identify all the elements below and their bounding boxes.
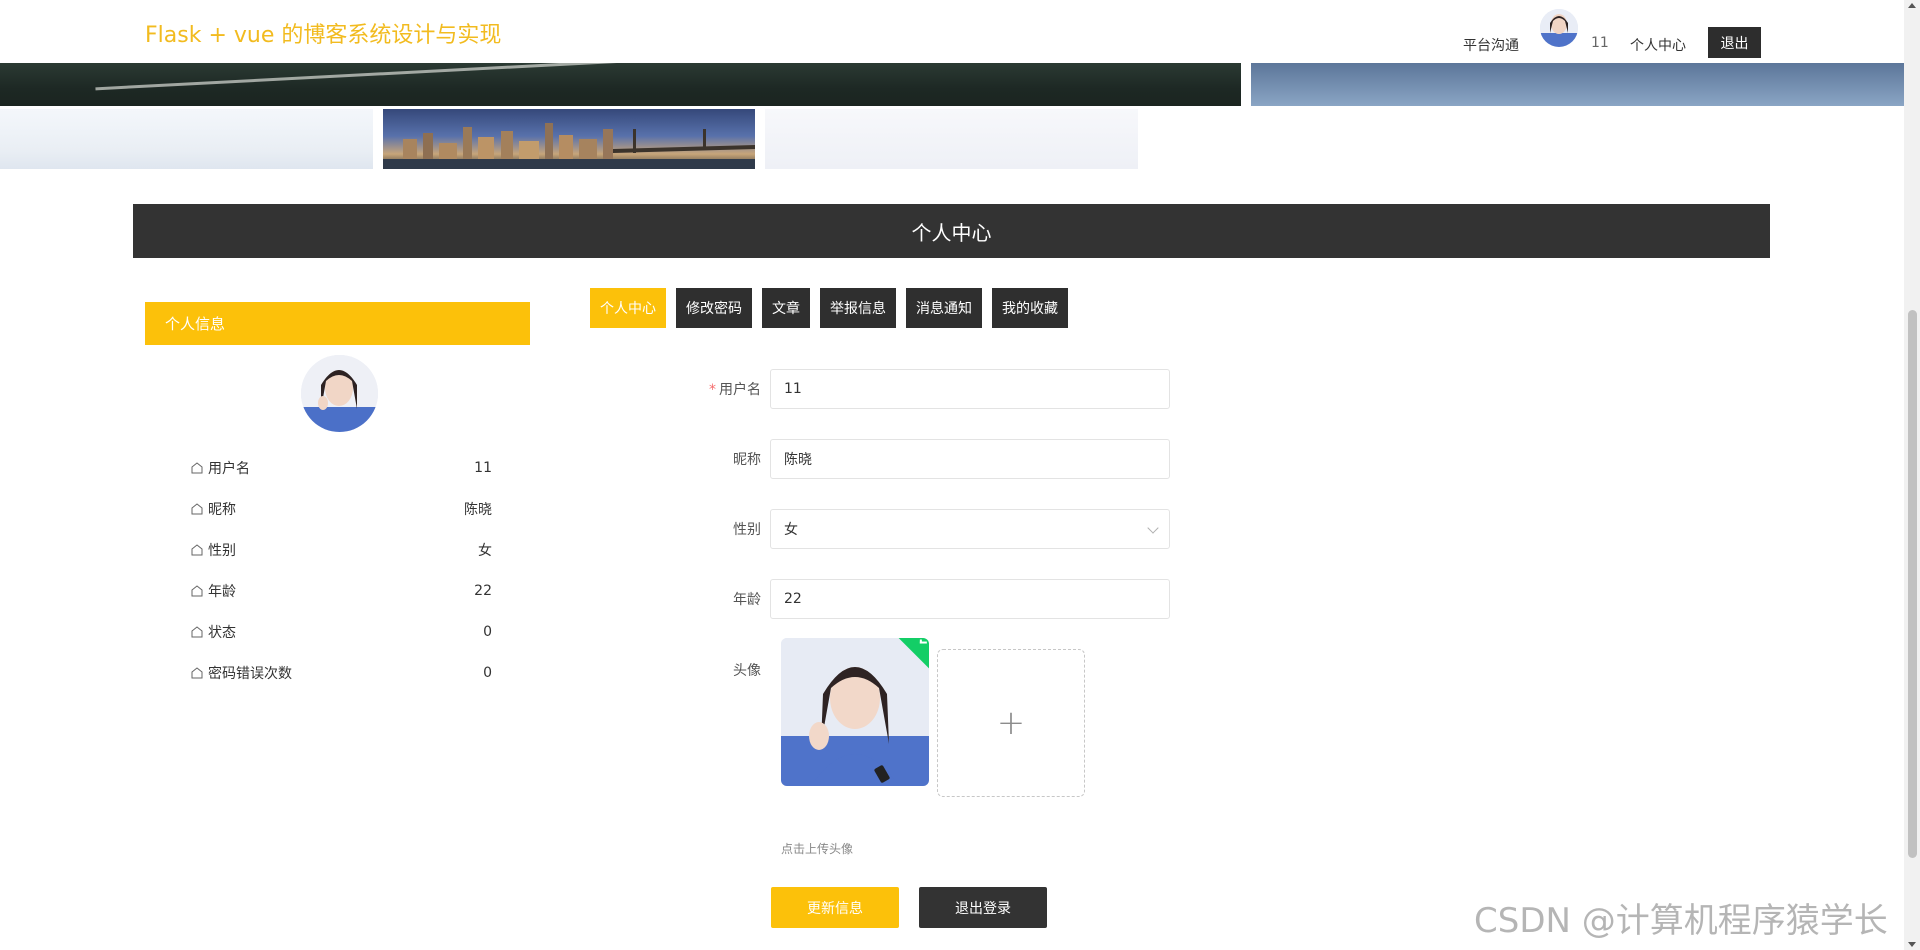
info-value: 0 bbox=[483, 664, 492, 681]
info-row-gender: 性别 女 bbox=[190, 529, 492, 570]
tab-personal-center[interactable]: 个人中心 bbox=[590, 288, 666, 328]
carousel-thumb-1[interactable] bbox=[0, 109, 373, 169]
tab-articles[interactable]: 文章 bbox=[762, 288, 810, 328]
form-row-nickname: 昵称 陈晓 bbox=[690, 439, 1170, 479]
carousel-thumb-2[interactable] bbox=[383, 109, 755, 169]
info-panel-header: 个人信息 bbox=[145, 302, 530, 345]
banner-slide-main[interactable] bbox=[0, 63, 1241, 106]
profile-avatar bbox=[301, 355, 378, 432]
nickname-input[interactable]: 陈晓 bbox=[770, 439, 1170, 479]
username-label: * 用户名 bbox=[690, 379, 770, 399]
scroll-down-arrow-icon[interactable] bbox=[1908, 942, 1916, 947]
form-row-gender: 性别 女 bbox=[690, 509, 1170, 549]
info-value: 女 bbox=[478, 542, 492, 559]
home-icon bbox=[191, 625, 203, 637]
csdn-watermark: CSDN @计算机程序猿学长 bbox=[1474, 901, 1888, 941]
logout-account-button[interactable]: 退出登录 bbox=[919, 887, 1047, 928]
gender-select[interactable]: 女 bbox=[770, 509, 1170, 549]
required-mark: * bbox=[709, 382, 716, 398]
form-row-username: * 用户名 11 bbox=[690, 369, 1170, 409]
info-label: 用户名 bbox=[208, 460, 250, 477]
age-label: 年龄 bbox=[733, 592, 761, 608]
profile-tabs: 个人中心 修改密码 文章 举报信息 消息通知 我的收藏 bbox=[590, 288, 1068, 328]
home-icon bbox=[191, 666, 203, 678]
banner-slide-next[interactable] bbox=[1251, 63, 1904, 106]
nav-avatar[interactable] bbox=[1540, 9, 1578, 47]
banner-field-line bbox=[95, 63, 795, 91]
carousel-thumb-3[interactable] bbox=[765, 109, 1138, 169]
tab-change-password[interactable]: 修改密码 bbox=[676, 288, 752, 328]
header-logout-button[interactable]: 退出 bbox=[1708, 27, 1761, 58]
chevron-down-icon bbox=[1147, 522, 1159, 534]
info-row-nickname: 昵称 陈晓 bbox=[190, 488, 492, 529]
info-label: 性别 bbox=[208, 542, 236, 559]
info-label: 状态 bbox=[208, 624, 236, 641]
home-icon bbox=[191, 543, 203, 555]
update-info-button[interactable]: 更新信息 bbox=[771, 887, 899, 928]
upload-tip: 点击上传头像 bbox=[781, 842, 854, 856]
avatar-image bbox=[1540, 9, 1578, 47]
avatar-label: 头像 bbox=[733, 663, 761, 679]
gender-label: 性别 bbox=[733, 522, 761, 538]
info-list: 用户名 11 昵称 陈晓 性别 女 年龄 22 状态 0 密码错误次数 0 bbox=[190, 447, 492, 693]
page-scrollbar[interactable] bbox=[1904, 0, 1920, 950]
profile-photo bbox=[301, 355, 378, 432]
avatar-preview-image bbox=[781, 638, 929, 786]
info-value: 22 bbox=[474, 582, 492, 599]
nickname-label: 昵称 bbox=[733, 452, 761, 468]
info-value: 0 bbox=[483, 623, 492, 640]
info-label: 密码错误次数 bbox=[208, 665, 292, 682]
home-icon bbox=[191, 584, 203, 596]
tab-reports[interactable]: 举报信息 bbox=[820, 288, 896, 328]
info-row-username: 用户名 11 bbox=[190, 447, 492, 488]
scroll-up-arrow-icon[interactable] bbox=[1908, 3, 1916, 8]
info-row-age: 年龄 22 bbox=[190, 570, 492, 611]
home-icon bbox=[191, 502, 203, 514]
tab-favorites[interactable]: 我的收藏 bbox=[992, 288, 1068, 328]
nav-username[interactable]: 11 bbox=[1591, 35, 1609, 51]
tab-notifications[interactable]: 消息通知 bbox=[906, 288, 982, 328]
info-value: 11 bbox=[474, 459, 492, 476]
gender-select-value: 女 bbox=[784, 522, 798, 538]
username-input[interactable]: 11 bbox=[770, 369, 1170, 409]
scrollbar-thumb[interactable] bbox=[1908, 310, 1917, 858]
page-section-title: 个人中心 bbox=[133, 204, 1770, 258]
top-navbar: Flask + vue 的博客系统设计与实现 平台沟通 11 个人中心 退出 bbox=[0, 0, 1900, 63]
info-row-password-errors: 密码错误次数 0 bbox=[190, 652, 492, 693]
avatar-upload-preview[interactable] bbox=[781, 638, 929, 786]
home-icon bbox=[191, 461, 203, 473]
info-row-status: 状态 0 bbox=[190, 611, 492, 652]
form-row-age: 年龄 22 bbox=[690, 579, 1170, 619]
nav-platform-chat[interactable]: 平台沟通 bbox=[1463, 35, 1519, 55]
avatar-upload-add-button[interactable]: + bbox=[937, 649, 1085, 797]
info-label: 昵称 bbox=[208, 501, 236, 518]
info-value: 陈晓 bbox=[464, 501, 492, 518]
nav-personal-center[interactable]: 个人中心 bbox=[1630, 35, 1686, 55]
info-label: 年龄 bbox=[208, 583, 236, 600]
age-input[interactable]: 22 bbox=[770, 579, 1170, 619]
site-title[interactable]: Flask + vue 的博客系统设计与实现 bbox=[145, 17, 501, 49]
username-label-text: 用户名 bbox=[719, 382, 761, 398]
city-skyline-image bbox=[383, 123, 755, 169]
